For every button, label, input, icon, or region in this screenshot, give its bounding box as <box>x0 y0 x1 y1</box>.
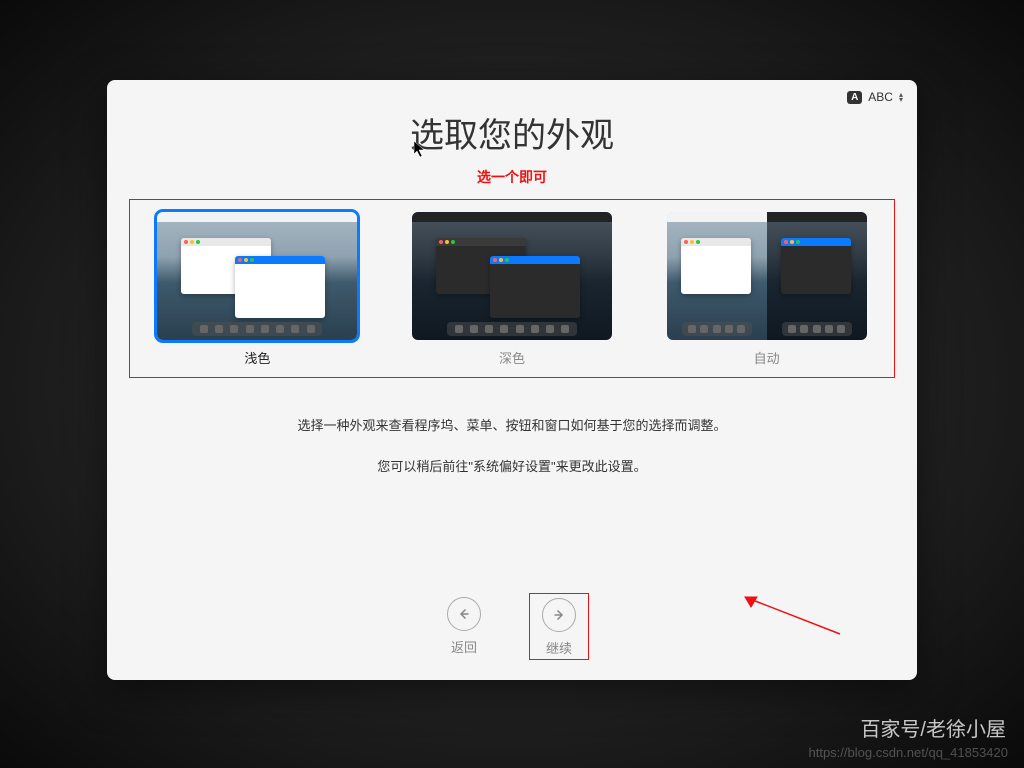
ime-badge: A <box>847 91 862 104</box>
appearance-thumb-dark <box>412 212 612 340</box>
back-button-label: 返回 <box>451 640 477 655</box>
appearance-option-light[interactable]: 浅色 <box>147 212 367 367</box>
appearance-thumb-light <box>157 212 357 340</box>
arrow-left-icon <box>447 597 481 631</box>
appearance-option-auto[interactable]: 自动 <box>657 212 877 367</box>
appearance-option-label: 自动 <box>657 348 877 367</box>
arrow-right-icon <box>542 598 576 632</box>
continue-button-label: 继续 <box>546 641 572 656</box>
appearance-thumb-auto <box>667 212 867 340</box>
chevron-updown-icon: ▴▾ <box>899 92 903 102</box>
appearance-option-label: 浅色 <box>147 348 367 367</box>
footer-watermark: https://blog.csdn.net/qq_41853420 <box>809 745 1009 760</box>
continue-button[interactable]: 继续 <box>541 597 577 658</box>
back-button[interactable]: 返回 <box>447 597 481 658</box>
ime-label: ABC <box>868 90 893 104</box>
appearance-option-label: 深色 <box>402 348 622 367</box>
annotation-subtitle: 选一个即可 <box>107 167 917 187</box>
page-title: 选取您的外观 <box>107 108 917 157</box>
input-method-indicator[interactable]: A ABC ▴▾ <box>847 90 903 104</box>
appearance-options-annotation-box: 浅色 深色 <box>129 199 895 378</box>
description-text: 选择一种外观来查看程序坞、菜单、按钮和窗口如何基于您的选择而调整。 您可以稍后前… <box>107 414 917 479</box>
setup-panel: A ABC ▴▾ 选取您的外观 选一个即可 浅色 <box>107 80 917 680</box>
appearance-option-dark[interactable]: 深色 <box>402 212 622 367</box>
annotation-arrow-icon <box>735 589 845 644</box>
continue-annotation-box: 继续 <box>529 593 589 660</box>
cursor-icon <box>413 140 427 163</box>
footer-credit: 百家号/老徐小屋 <box>860 713 1006 742</box>
